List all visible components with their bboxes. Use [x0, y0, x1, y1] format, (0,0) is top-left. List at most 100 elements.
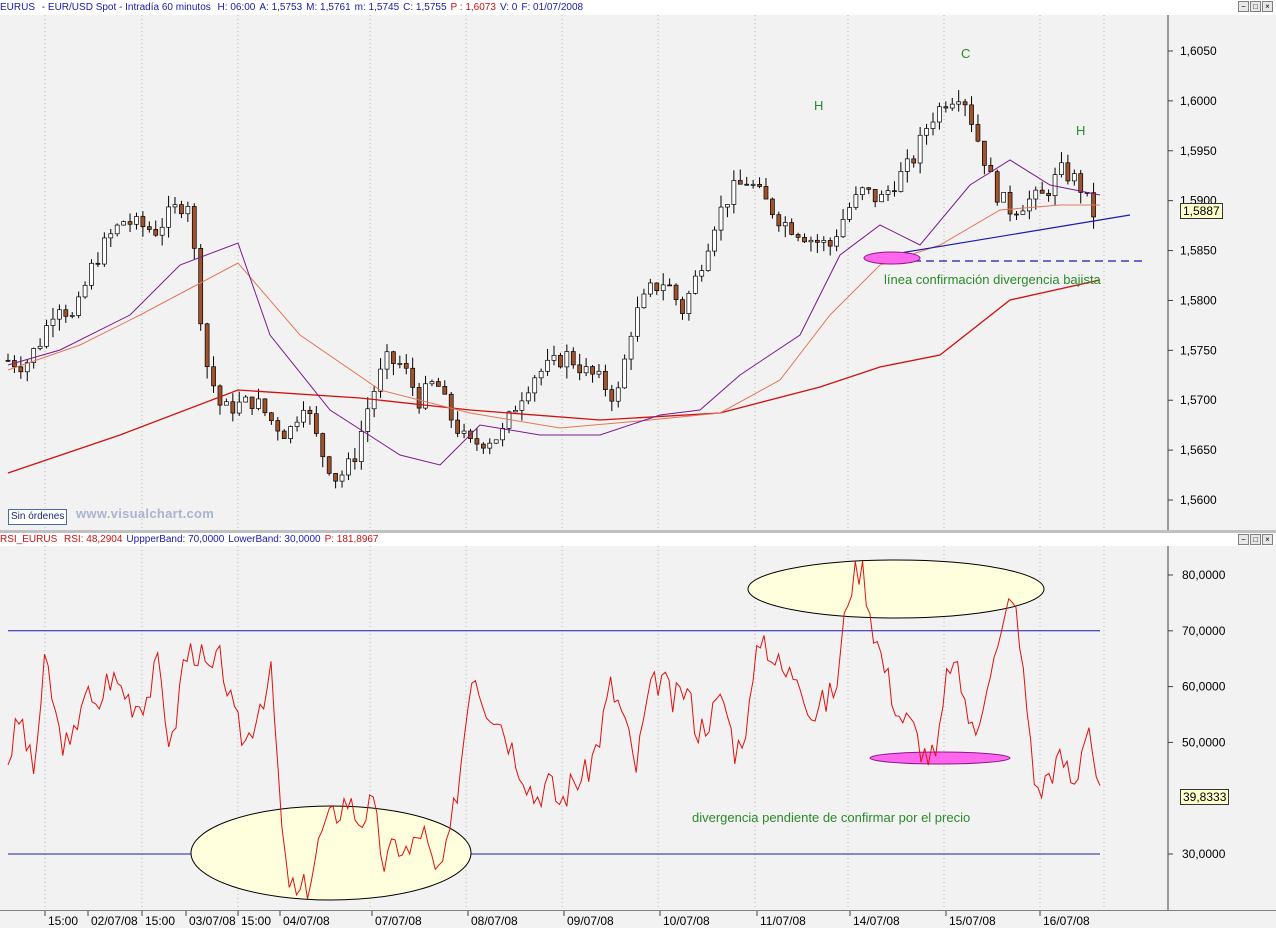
time-tick-label: 11/07/08 — [760, 914, 806, 928]
candle-body — [127, 221, 133, 225]
candle-body — [114, 224, 120, 235]
candle-body — [236, 401, 242, 414]
time-tick-label: 15:00 — [241, 914, 271, 928]
candle-body — [76, 296, 82, 316]
candle-body — [628, 335, 634, 360]
candle-body — [590, 366, 595, 375]
candle-body — [712, 229, 717, 252]
candle-body — [885, 190, 891, 195]
candle-body — [538, 370, 544, 379]
orders-button[interactable]: Sin órdenes — [8, 509, 68, 525]
candle-body — [307, 409, 313, 415]
candle-body — [320, 433, 326, 458]
candle-body — [57, 309, 62, 320]
ohlc-field: C: 1,5755 — [403, 2, 447, 13]
candle-body — [911, 158, 917, 164]
candle-body — [551, 355, 557, 361]
rsi-pane: RSI_EURUS RSI: 48,2904 UppperBand: 70,000… — [0, 533, 1276, 910]
rsi-field: UppperBand: 70,0000 — [126, 534, 225, 545]
candle-body — [487, 442, 493, 449]
rsi-chart[interactable]: 80,0000 70,0000 60,0000 50,0000 30,0000 diver… — [0, 546, 1276, 910]
price-chart[interactable]: 1,60501,60001,59501,59001,58501,58001,57… — [0, 15, 1276, 530]
rsi-minimize-button[interactable]: − — [1238, 534, 1249, 545]
pattern-label-h-left: H — [814, 98, 823, 113]
candle-body — [962, 101, 968, 106]
candle-body — [699, 270, 705, 277]
candle-body — [326, 456, 332, 474]
ohlc-field: A: 1,5753 — [259, 2, 303, 13]
candle-body — [673, 284, 679, 300]
ohlc-field: V: 0 — [499, 2, 518, 13]
candle-body — [956, 101, 962, 105]
minimize-button[interactable]: − — [1238, 1, 1249, 12]
candle-body — [339, 474, 345, 482]
ohlc-field: F: 01/07/2008 — [521, 2, 584, 13]
candle-body — [140, 216, 146, 228]
candle-body — [121, 221, 126, 226]
candle-body — [1039, 189, 1045, 194]
symbol-label: EURUS — [0, 2, 36, 13]
candle-body — [166, 206, 171, 228]
candle-body — [635, 307, 640, 337]
candle-body — [834, 236, 839, 247]
candle-body — [686, 293, 692, 314]
rsi-tick-label: 70,0000 — [1182, 624, 1226, 638]
candle-body — [102, 237, 107, 265]
candle-body — [718, 206, 724, 231]
candle-body — [513, 410, 518, 413]
candle-body — [262, 398, 268, 414]
candle-body — [654, 282, 660, 291]
candle-body — [269, 412, 274, 421]
pattern-label-h-right: H — [1076, 123, 1085, 138]
candle-body — [558, 355, 563, 368]
divergence-annotation: divergencia pendiente de confirmar por e… — [692, 810, 970, 825]
candle-body — [172, 204, 178, 208]
rsi-pane-header: RSI_EURUS RSI: 48,2904 UppperBand: 70,000… — [0, 533, 1276, 547]
candle-body — [795, 234, 801, 238]
price-tick-label: 1,5800 — [1180, 293, 1217, 307]
close-button[interactable]: × — [1262, 1, 1273, 12]
time-tick-label: 10/07/08 — [663, 914, 710, 928]
rsi-maximize-button[interactable]: □ — [1250, 534, 1261, 545]
candle-body — [930, 121, 936, 129]
price-tick-label: 1,5600 — [1180, 493, 1217, 507]
candle-body — [789, 222, 795, 235]
ohlc-field: P : 1,6073 — [450, 2, 496, 13]
candle-body — [570, 351, 576, 366]
rsi-indicator-name: RSI_EURUS — [0, 534, 58, 545]
rsi-close-button[interactable]: × — [1262, 534, 1273, 545]
maximize-button[interactable]: □ — [1250, 1, 1261, 12]
candle-body — [50, 318, 56, 326]
candle-body — [198, 248, 204, 325]
candle-body — [943, 106, 949, 109]
time-tick-label: 07/07/08 — [375, 914, 422, 928]
rsi-field: LowerBand: 30,0000 — [228, 534, 321, 545]
candle-body — [429, 381, 435, 385]
candle-body — [609, 389, 615, 402]
rsi-fields: RSI: 48,2904 UppperBand: 70,0000 LowerBand… — [64, 534, 382, 545]
rsi-field: P: 181,8967 — [324, 534, 379, 545]
candle-body — [82, 284, 88, 298]
price-highlight-ellipse — [863, 251, 921, 265]
candle-body — [410, 367, 416, 388]
candle-body — [480, 443, 486, 449]
time-tick-label: 15/07/08 — [949, 914, 996, 928]
candle-body — [436, 381, 441, 387]
candle-body — [397, 363, 403, 365]
price-tick-label: 1,5650 — [1180, 443, 1217, 457]
candle-body — [648, 282, 653, 295]
candle-body — [217, 385, 223, 406]
candle-body — [994, 171, 1000, 203]
candle-body — [230, 401, 236, 414]
candle-body — [808, 239, 814, 243]
candle-body — [622, 358, 628, 389]
candle-body — [474, 438, 480, 445]
candle-body — [744, 183, 750, 186]
candle-body — [44, 325, 49, 347]
candle-body — [179, 204, 184, 215]
candle-body — [1026, 198, 1032, 212]
candle-body — [493, 439, 499, 444]
candle-body — [352, 458, 358, 462]
candle-body — [731, 180, 737, 205]
price-tick-label: 1,5850 — [1180, 244, 1217, 258]
